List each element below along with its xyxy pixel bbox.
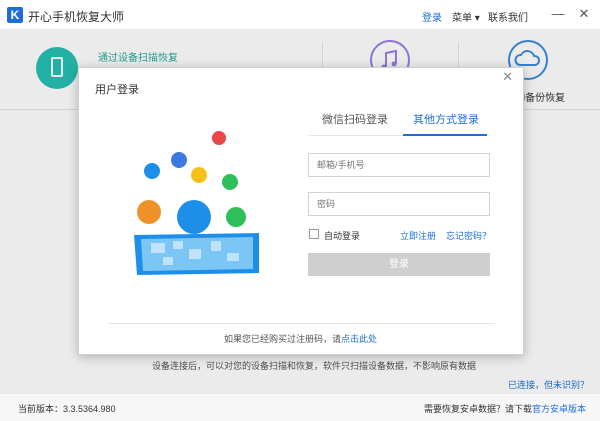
contacts-icon [222,174,238,190]
qq-icon [177,200,211,234]
registration-code-text: 如果您已经购买过注册码，请 [224,334,342,344]
contact-link[interactable]: 联系我们 [488,9,528,24]
login-illustration [129,123,279,283]
active-tab-indicator [403,134,487,136]
click-here-link[interactable]: 点击此处 [341,334,377,344]
version-text: 当前版本：3.3.5364.980 [18,404,116,414]
window-close-icon[interactable]: ✕ [576,6,592,22]
list-icon [171,152,187,168]
email-field[interactable] [308,153,490,177]
auto-login-checkbox[interactable] [309,229,319,239]
minimize-icon[interactable]: — [550,6,566,22]
registration-code-hint: 如果您已经购买过注册码，请点击此处 [224,332,377,345]
login-button[interactable]: 登录 [308,253,490,276]
tab-other-login[interactable]: 其他方式登录 [413,111,479,127]
clock-icon [144,163,160,179]
calendar-icon [212,131,226,145]
login-link[interactable]: 登录 [422,9,442,24]
dialog-divider [109,323,495,324]
app-title: 开心手机恢复大师 [28,10,125,24]
auto-login-label[interactable]: 自动登录 [324,229,360,242]
forgot-password-link[interactable]: 忘记密码？ [446,229,491,242]
register-link[interactable]: 立即注册 [400,229,436,242]
message-icon [137,200,161,224]
android-download-text: 需要恢复安卓数据？请下载官方安卓版本 [424,402,586,415]
status-footer: 当前版本：3.3.5364.980 需要恢复安卓数据？请下载官方安卓版本 [0,393,600,421]
android-download-link[interactable]: 官方安卓版本 [532,404,586,414]
app-logo-icon: K [7,7,23,23]
android-download-label: 需要恢复安卓数据？请下载 [423,404,532,414]
dialog-close-icon[interactable]: ✕ [502,69,513,85]
note-icon [191,167,207,183]
tab-wechat-login[interactable]: 微信扫码登录 [322,111,388,127]
login-dialog: 用户登录 ✕ 微信扫码登录 其他方式登录 自动登录 立即注册 忘记密码？ [78,67,524,355]
wechat-icon [226,207,246,227]
title-bar: K 开心手机恢复大师 登录 菜单 ▾ 联系我们 — ✕ [0,0,600,30]
password-field[interactable] [308,192,490,216]
menu-button[interactable]: 菜单 ▾ [452,9,480,24]
dialog-title: 用户登录 [95,84,139,96]
